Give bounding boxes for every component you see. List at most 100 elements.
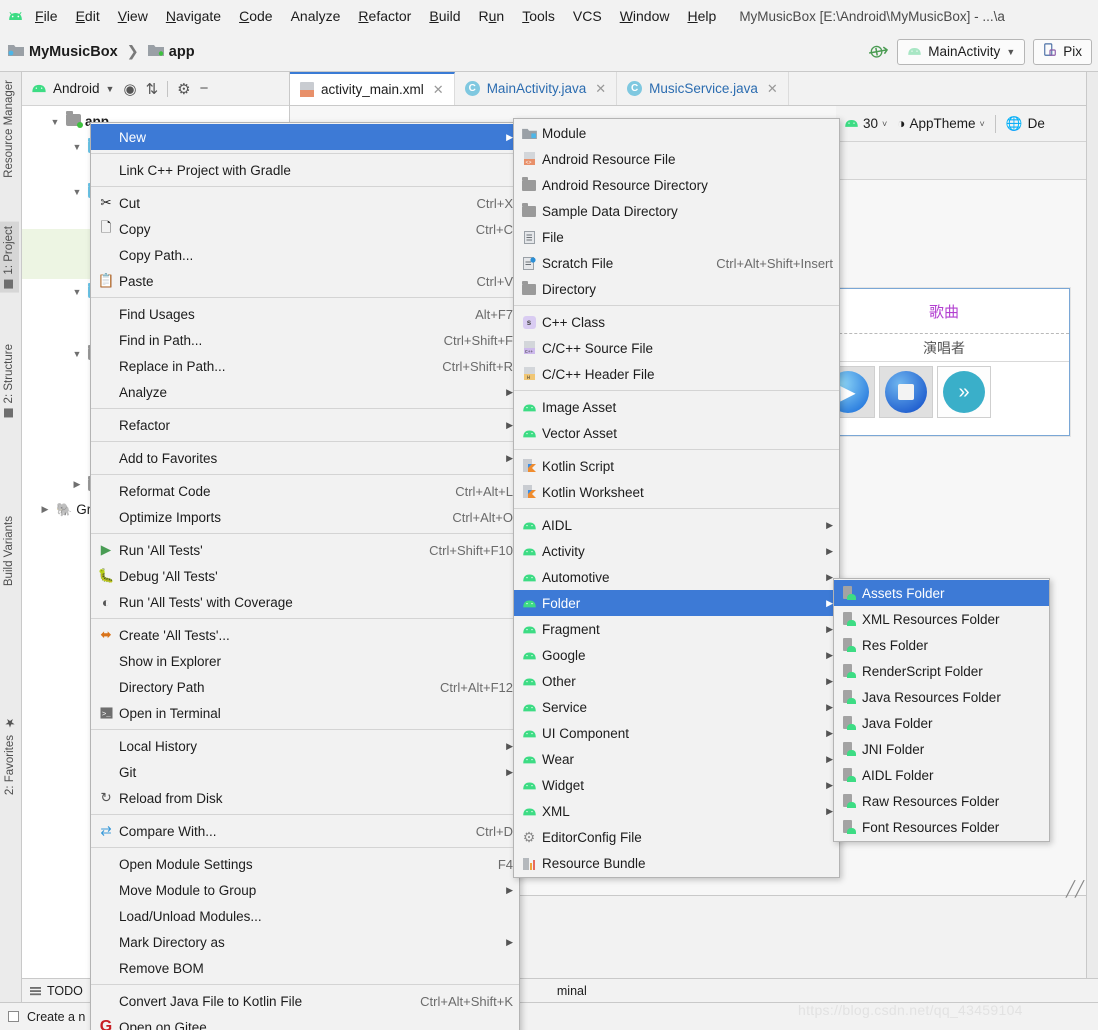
menu-item-refactor[interactable]: Refactor ▶ (91, 412, 519, 438)
menu-code[interactable]: Code (230, 5, 281, 27)
new-item-wear[interactable]: Wear ▶ (514, 746, 839, 772)
new-item-kotlin-worksheet[interactable]: Kotlin Worksheet (514, 479, 839, 505)
menu-item-open-on-gitee[interactable]: G Open on Gitee (91, 1014, 519, 1030)
menu-item-find-in-path[interactable]: Find in Path... Ctrl+Shift+F (91, 327, 519, 353)
menu-run[interactable]: Run (469, 5, 513, 27)
menu-item-paste[interactable]: 📋 Paste Ctrl+V (91, 268, 519, 294)
todo-tool-button[interactable]: TODO (30, 984, 83, 998)
menu-item-new[interactable]: New ▶ (91, 124, 519, 150)
menu-analyze[interactable]: Analyze (282, 5, 350, 27)
resize-grip-icon[interactable]: ╱╱ (1066, 880, 1088, 902)
chevron-down-icon[interactable]: ▼ (48, 117, 62, 127)
stripe-structure[interactable]: 2: Structure (0, 340, 19, 421)
menu-item-show-in-explorer[interactable]: Show in Explorer (91, 648, 519, 674)
new-item-widget[interactable]: Widget ▶ (514, 772, 839, 798)
new-item-google[interactable]: Google ▶ (514, 642, 839, 668)
menu-item-move-module-to-group[interactable]: Move Module to Group ▶ (91, 877, 519, 903)
folder-item-renderscript-folder[interactable]: RenderScript Folder (834, 658, 1049, 684)
menu-item-compare-with[interactable]: ⇄ Compare With... Ctrl+D (91, 818, 519, 844)
new-submenu[interactable]: Module <> Android Resource File Android … (513, 118, 840, 878)
build-hammer-icon[interactable]: ⟴ (867, 39, 891, 63)
menu-item-create-all-tests[interactable]: ⬌ Create 'All Tests'... (91, 622, 519, 648)
menu-vcs[interactable]: VCS (564, 5, 611, 27)
menu-window[interactable]: Window (611, 5, 679, 27)
new-item-image-asset[interactable]: Image Asset (514, 394, 839, 420)
event-log-icon[interactable] (8, 1011, 19, 1022)
menu-item-copy[interactable]: 🗋 Copy Ctrl+C (91, 216, 519, 242)
tab-activity-main-xml[interactable]: activity_main.xml ✕ (290, 72, 455, 105)
menu-item-reload-from-disk[interactable]: ↻ Reload from Disk (91, 785, 519, 811)
folder-submenu[interactable]: Assets Folder XML Resources Folder Res F… (833, 578, 1050, 842)
new-item-cpp-source-file[interactable]: C++ C/C++ Source File (514, 335, 839, 361)
new-item-vector-asset[interactable]: Vector Asset (514, 420, 839, 446)
new-item-activity[interactable]: Activity ▶ (514, 538, 839, 564)
collapse-all-icon[interactable]: ⇅ (146, 80, 159, 98)
new-item-cpp-class[interactable]: s C++ Class (514, 309, 839, 335)
preview-next-button[interactable]: » (937, 366, 991, 418)
preview-stop-button[interactable] (879, 366, 933, 418)
menu-build[interactable]: Build (420, 5, 469, 27)
folder-item-res-folder[interactable]: Res Folder (834, 632, 1049, 658)
tab-musicservice-java[interactable]: C MusicService.java ✕ (617, 72, 789, 105)
run-configuration-selector[interactable]: MainActivity ▼ (897, 38, 1026, 65)
new-item-resource-bundle[interactable]: Resource Bundle (514, 850, 839, 876)
menu-item-directory-path[interactable]: Directory Path Ctrl+Alt+F12 (91, 674, 519, 700)
new-item-cpp-header-file[interactable]: H C/C++ Header File (514, 361, 839, 387)
chevron-right-icon[interactable]: ▶ (70, 479, 84, 490)
menu-item-reformat-code[interactable]: Reformat Code Ctrl+Alt+L (91, 478, 519, 504)
theme-selector[interactable]: ◑ AppTheme ˅ (897, 116, 984, 131)
close-icon[interactable]: ✕ (767, 81, 778, 97)
chevron-down-icon[interactable]: ▼ (70, 287, 84, 297)
menu-item-analyze[interactable]: Analyze ▶ (91, 379, 519, 405)
close-icon[interactable]: ✕ (433, 82, 444, 98)
menu-item-add-to-favorites[interactable]: Add to Favorites ▶ (91, 445, 519, 471)
stripe-favorites[interactable]: 2: Favorites ★ (0, 712, 21, 799)
breadcrumb-project[interactable]: MyMusicBox (29, 44, 118, 60)
menu-item-remove-bom[interactable]: Remove BOM (91, 955, 519, 981)
new-item-scratch-file[interactable]: Scratch File Ctrl+Alt+Shift+Insert (514, 250, 839, 276)
layout-preview[interactable]: 歌曲 演唱者 ▶ » (818, 288, 1070, 436)
new-item-other[interactable]: Other ▶ (514, 668, 839, 694)
tab-mainactivity-java[interactable]: C MainActivity.java ✕ (455, 72, 618, 105)
folder-item-java-folder[interactable]: Java Folder (834, 710, 1049, 736)
menu-item-open-in-terminal[interactable]: >_ Open in Terminal (91, 700, 519, 726)
new-item-android-resource-file[interactable]: <> Android Resource File (514, 146, 839, 172)
menu-item-copy-path[interactable]: Copy Path... (91, 242, 519, 268)
menu-item-mark-directory-as[interactable]: Mark Directory as ▶ (91, 929, 519, 955)
project-context-menu[interactable]: New ▶ Link C++ Project with Gradle ✂ Cut… (90, 122, 520, 1030)
menu-file[interactable]: File (26, 5, 67, 27)
menu-item-debug-all-tests[interactable]: 🐛 Debug 'All Tests' (91, 563, 519, 589)
stripe-resource-manager[interactable]: Resource Manager (0, 76, 19, 182)
menu-edit[interactable]: Edit (67, 5, 109, 27)
menu-help[interactable]: Help (679, 5, 726, 27)
new-item-aidl[interactable]: AIDL ▶ (514, 512, 839, 538)
new-item-service[interactable]: Service ▶ (514, 694, 839, 720)
new-item-module[interactable]: Module (514, 120, 839, 146)
menu-item-cut[interactable]: ✂ Cut Ctrl+X (91, 190, 519, 216)
menu-refactor[interactable]: Refactor (349, 5, 420, 27)
gear-icon[interactable]: ⚙ (177, 80, 190, 98)
menu-item-convert-java-to-kotlin[interactable]: Convert Java File to Kotlin File Ctrl+Al… (91, 988, 519, 1014)
menu-item-open-module-settings[interactable]: Open Module Settings F4 (91, 851, 519, 877)
menu-item-git[interactable]: Git ▶ (91, 759, 519, 785)
menu-item-link-cpp-project[interactable]: Link C++ Project with Gradle (91, 157, 519, 183)
menu-tools[interactable]: Tools (513, 5, 564, 27)
chevron-down-icon[interactable]: ▼ (70, 187, 84, 197)
breadcrumb-module[interactable]: app (169, 44, 195, 60)
folder-item-xml-resources-folder[interactable]: XML Resources Folder (834, 606, 1049, 632)
new-item-kotlin-script[interactable]: Kotlin Script (514, 453, 839, 479)
menu-view[interactable]: View (109, 5, 157, 27)
menu-item-run-all-tests[interactable]: ▶ Run 'All Tests' Ctrl+Shift+F10 (91, 537, 519, 563)
chevron-down-icon[interactable]: ▼ (70, 142, 84, 152)
new-item-android-resource-directory[interactable]: Android Resource Directory (514, 172, 839, 198)
new-item-directory[interactable]: Directory (514, 276, 839, 302)
device-selector[interactable]: Pix (1033, 38, 1092, 65)
api-level-selector[interactable]: 30 ˅ (844, 116, 887, 131)
menu-item-find-usages[interactable]: Find Usages Alt+F7 (91, 301, 519, 327)
folder-item-assets-folder[interactable]: Assets Folder (834, 580, 1049, 606)
stripe-project[interactable]: 1: Project (0, 222, 19, 293)
folder-item-java-resources-folder[interactable]: Java Resources Folder (834, 684, 1049, 710)
menu-item-load-unload-modules[interactable]: Load/Unload Modules... (91, 903, 519, 929)
menu-item-local-history[interactable]: Local History ▶ (91, 733, 519, 759)
chevron-down-icon[interactable]: ▼ (70, 349, 84, 359)
